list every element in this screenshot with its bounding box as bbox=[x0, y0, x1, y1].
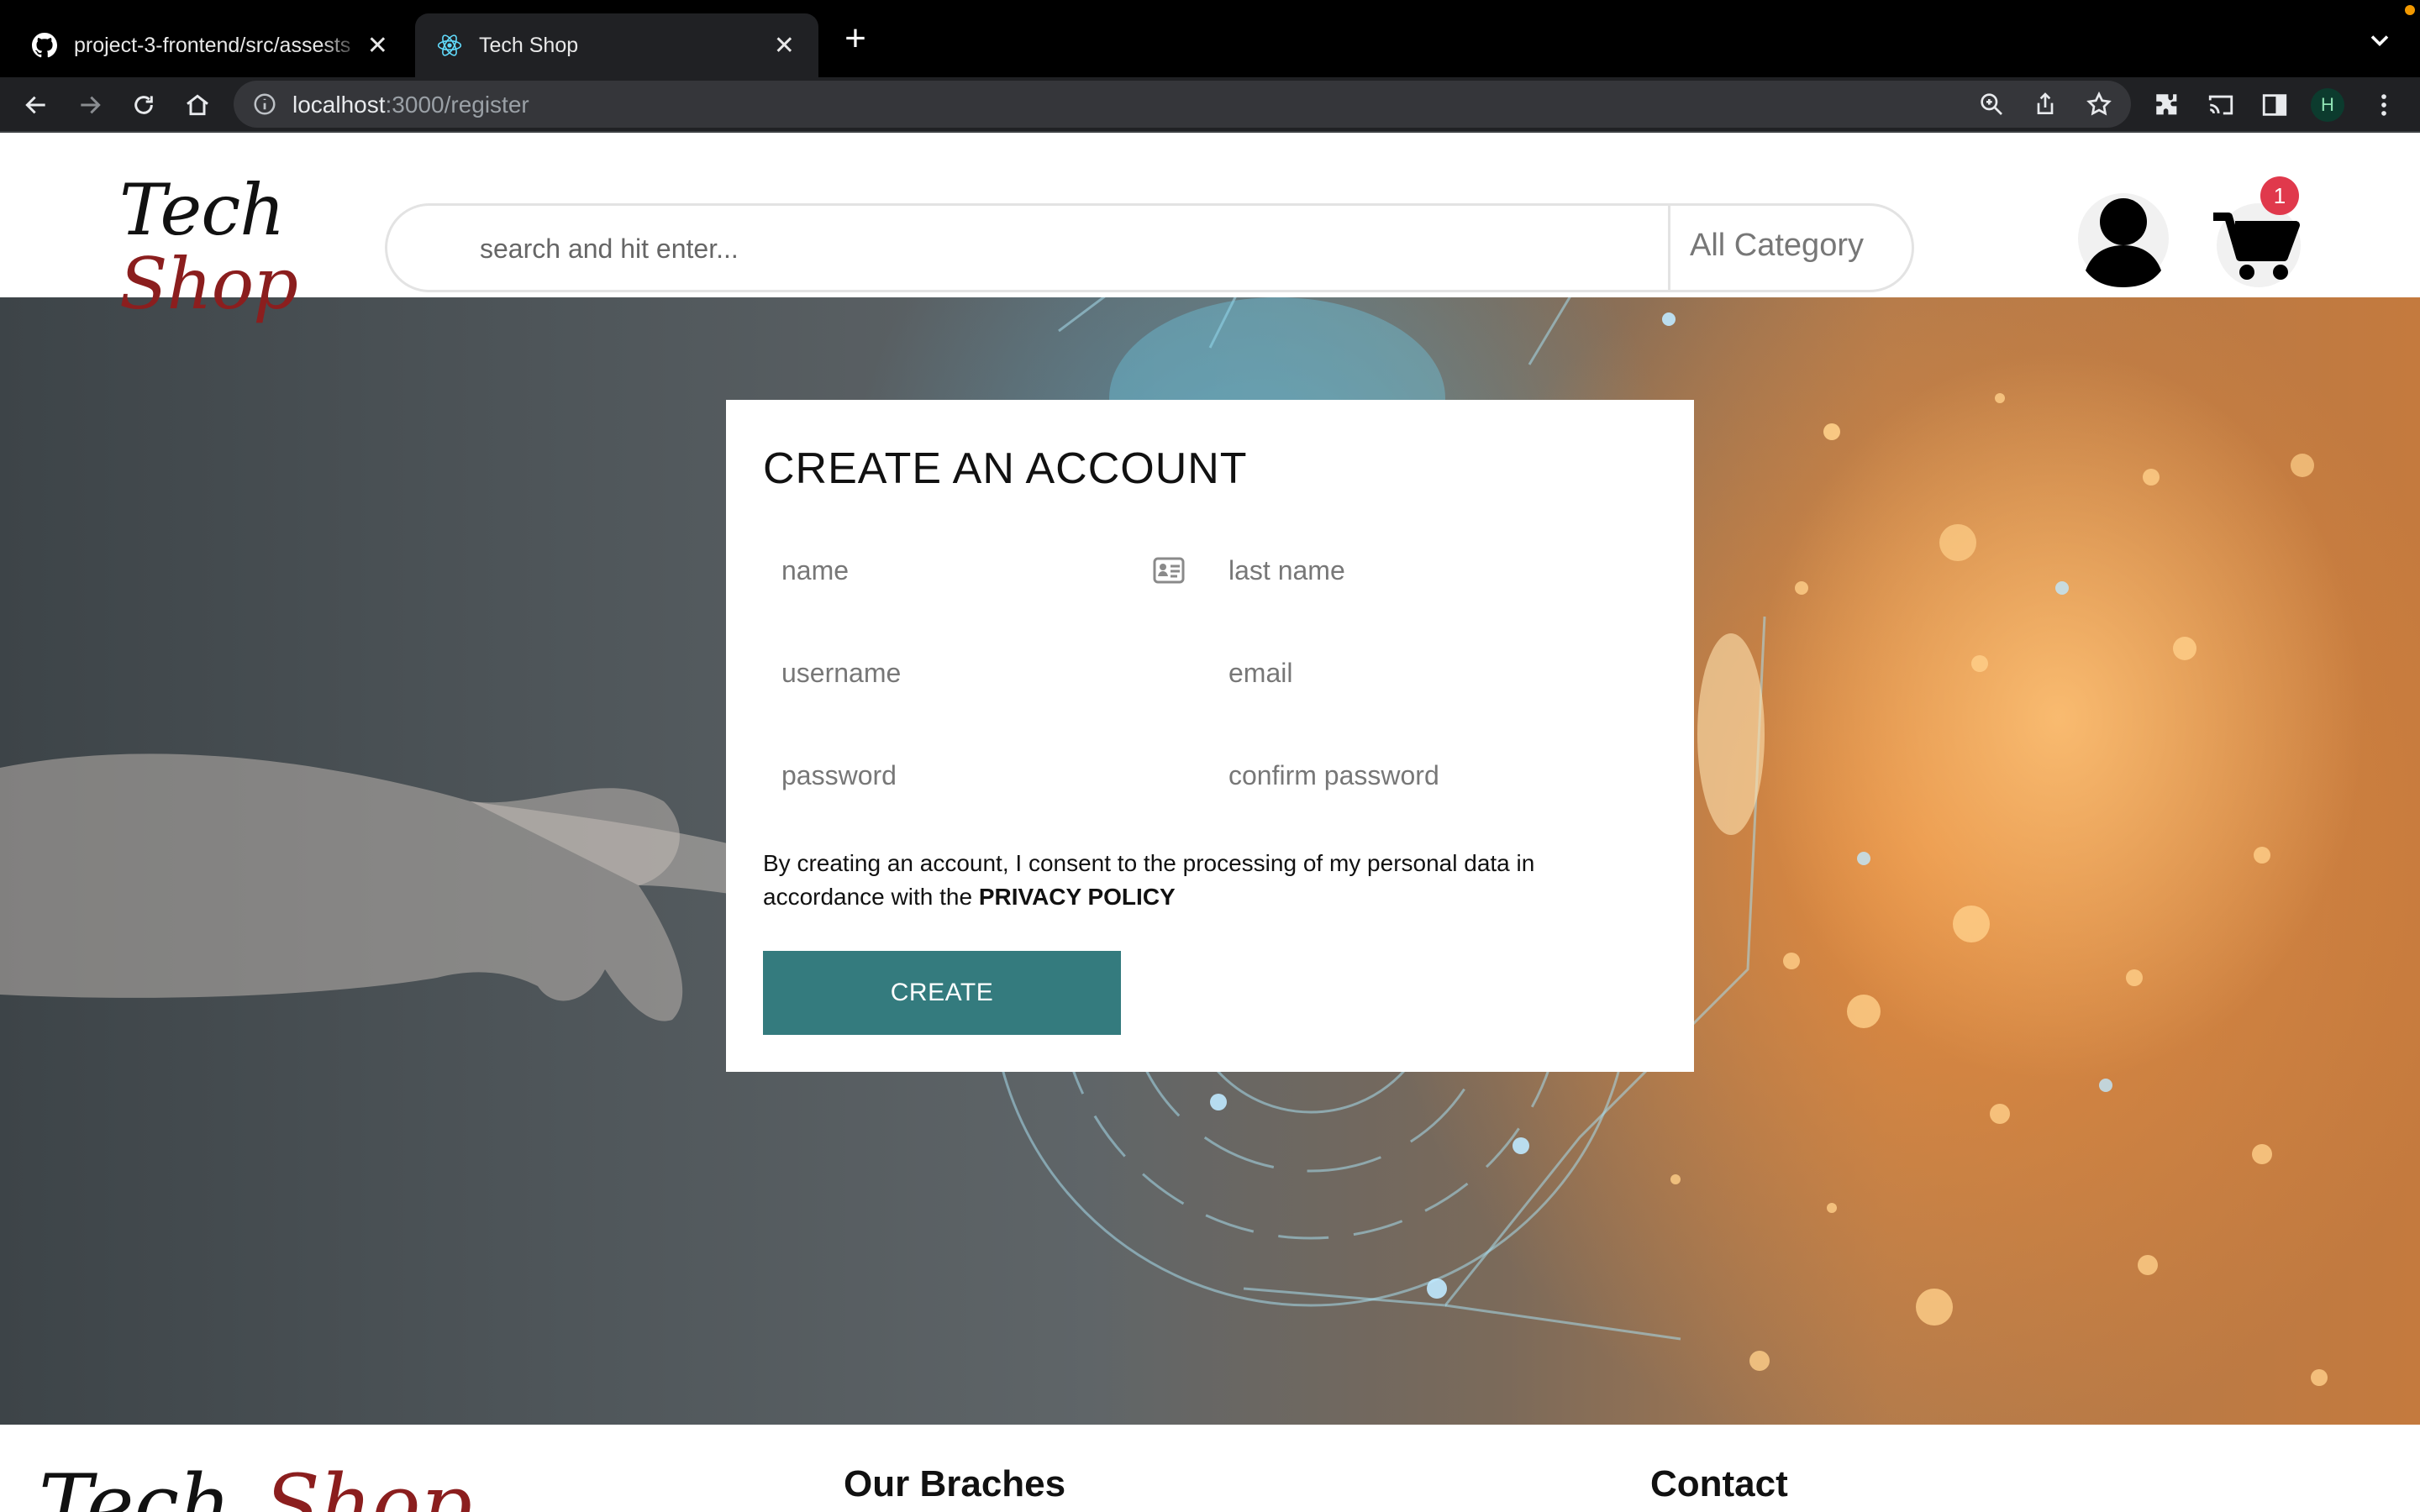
zoom-icon[interactable] bbox=[1978, 91, 2005, 118]
page-title: CREATE AN ACCOUNT bbox=[763, 444, 1248, 493]
cart-count-badge: 1 bbox=[2260, 176, 2299, 215]
category-select[interactable]: All Category bbox=[1690, 228, 1864, 264]
site-logo[interactable]: Tech Shop bbox=[119, 170, 298, 324]
close-icon[interactable]: ✕ bbox=[364, 31, 392, 60]
browser-tab-bar: project-3-frontend/src/assests ✕ Tech Sh… bbox=[0, 0, 2420, 77]
contact-card-icon[interactable] bbox=[1153, 556, 1185, 585]
confirm-password-field[interactable] bbox=[1210, 746, 1630, 805]
recording-indicator bbox=[2405, 5, 2415, 15]
password-field[interactable] bbox=[763, 746, 1183, 805]
site-header: Tech Shop All Category 1 bbox=[0, 133, 2420, 324]
side-panel-icon[interactable] bbox=[2259, 89, 2291, 121]
kebab-menu-icon[interactable] bbox=[2368, 89, 2400, 121]
name-field[interactable] bbox=[763, 541, 1183, 600]
address-bar[interactable]: localhost:3000/register bbox=[234, 81, 2131, 128]
footer: Tech Shop Our Braches Contact bbox=[0, 1425, 2420, 1512]
last-name-field[interactable] bbox=[1210, 541, 1630, 600]
tab-title: project-3-frontend/src/assests bbox=[74, 33, 351, 57]
forward-arrow-icon[interactable] bbox=[71, 86, 109, 124]
privacy-policy-link[interactable]: PRIVACY POLICY bbox=[979, 884, 1176, 910]
email-field[interactable] bbox=[1210, 643, 1630, 702]
username-field[interactable] bbox=[763, 643, 1183, 702]
extensions-icon[interactable] bbox=[2151, 89, 2183, 121]
branches-heading: Our Braches bbox=[844, 1463, 1066, 1504]
profile-avatar[interactable]: H bbox=[2311, 88, 2344, 122]
home-icon[interactable] bbox=[178, 86, 217, 124]
footer-logo[interactable]: Tech Shop bbox=[39, 1458, 472, 1512]
consent-text: By creating an account, I consent to the… bbox=[763, 850, 1535, 910]
user-icon[interactable] bbox=[2077, 190, 2170, 291]
url-text[interactable]: localhost:3000/register bbox=[292, 92, 529, 118]
back-arrow-icon[interactable] bbox=[17, 86, 55, 124]
search-input[interactable] bbox=[480, 226, 1572, 271]
site-info-icon[interactable] bbox=[252, 92, 277, 117]
divider bbox=[1668, 206, 1670, 290]
react-icon bbox=[435, 31, 464, 60]
browser-toolbar: localhost:3000/register H bbox=[0, 77, 2420, 133]
share-icon[interactable] bbox=[2032, 91, 2059, 118]
tab-github[interactable]: project-3-frontend/src/assests ✕ bbox=[10, 13, 412, 77]
contact-heading: Contact bbox=[1650, 1463, 1788, 1504]
tab-tech-shop[interactable]: Tech Shop ✕ bbox=[415, 13, 818, 77]
github-icon bbox=[30, 31, 59, 60]
tab-search-chevron-icon[interactable] bbox=[2365, 25, 2395, 55]
search-bar: All Category bbox=[385, 203, 1914, 292]
reload-icon[interactable] bbox=[124, 86, 163, 124]
cast-icon[interactable] bbox=[2205, 89, 2237, 121]
create-button[interactable]: CREATE bbox=[763, 951, 1121, 1035]
new-tab-icon[interactable]: + bbox=[837, 20, 874, 59]
close-icon[interactable]: ✕ bbox=[771, 31, 798, 60]
tab-title: Tech Shop bbox=[479, 33, 579, 57]
register-card: CREATE AN ACCOUNT By creating an account… bbox=[726, 400, 1694, 1072]
bookmark-star-icon[interactable] bbox=[2086, 91, 2112, 118]
